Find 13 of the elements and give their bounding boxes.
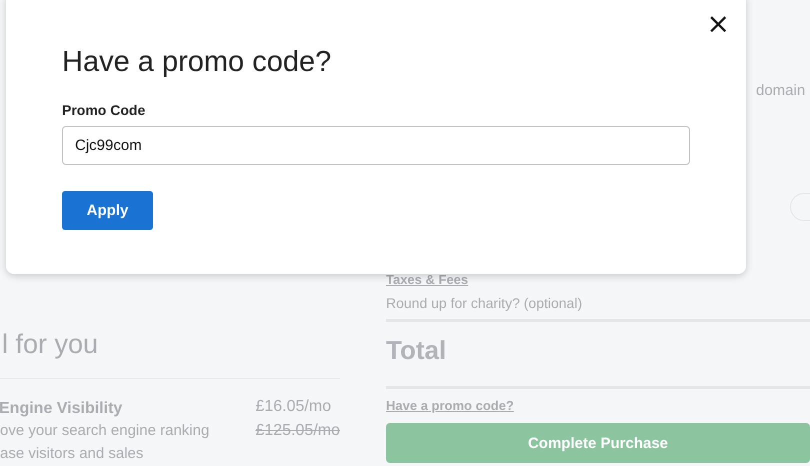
section-heading: l for you <box>2 328 100 360</box>
total-label: Total <box>386 334 446 367</box>
domain-text: domain <box>756 82 806 99</box>
offer-title: Engine Visibility <box>0 399 124 419</box>
old-price: £125.05/mo <box>255 421 340 441</box>
charity-label: Round up for charity? (optional) <box>386 295 582 311</box>
promo-code-field[interactable]: Cjc99com <box>62 126 690 165</box>
price: £16.05/mo <box>255 397 332 417</box>
offer-description: ove your search engine ranking <box>0 421 210 441</box>
apply-button[interactable]: Apply <box>62 191 153 230</box>
dialog-title: Have a promo code? <box>62 45 332 80</box>
offer-description: ase visitors and sales <box>0 444 144 464</box>
field-label: Promo Code <box>62 102 146 118</box>
